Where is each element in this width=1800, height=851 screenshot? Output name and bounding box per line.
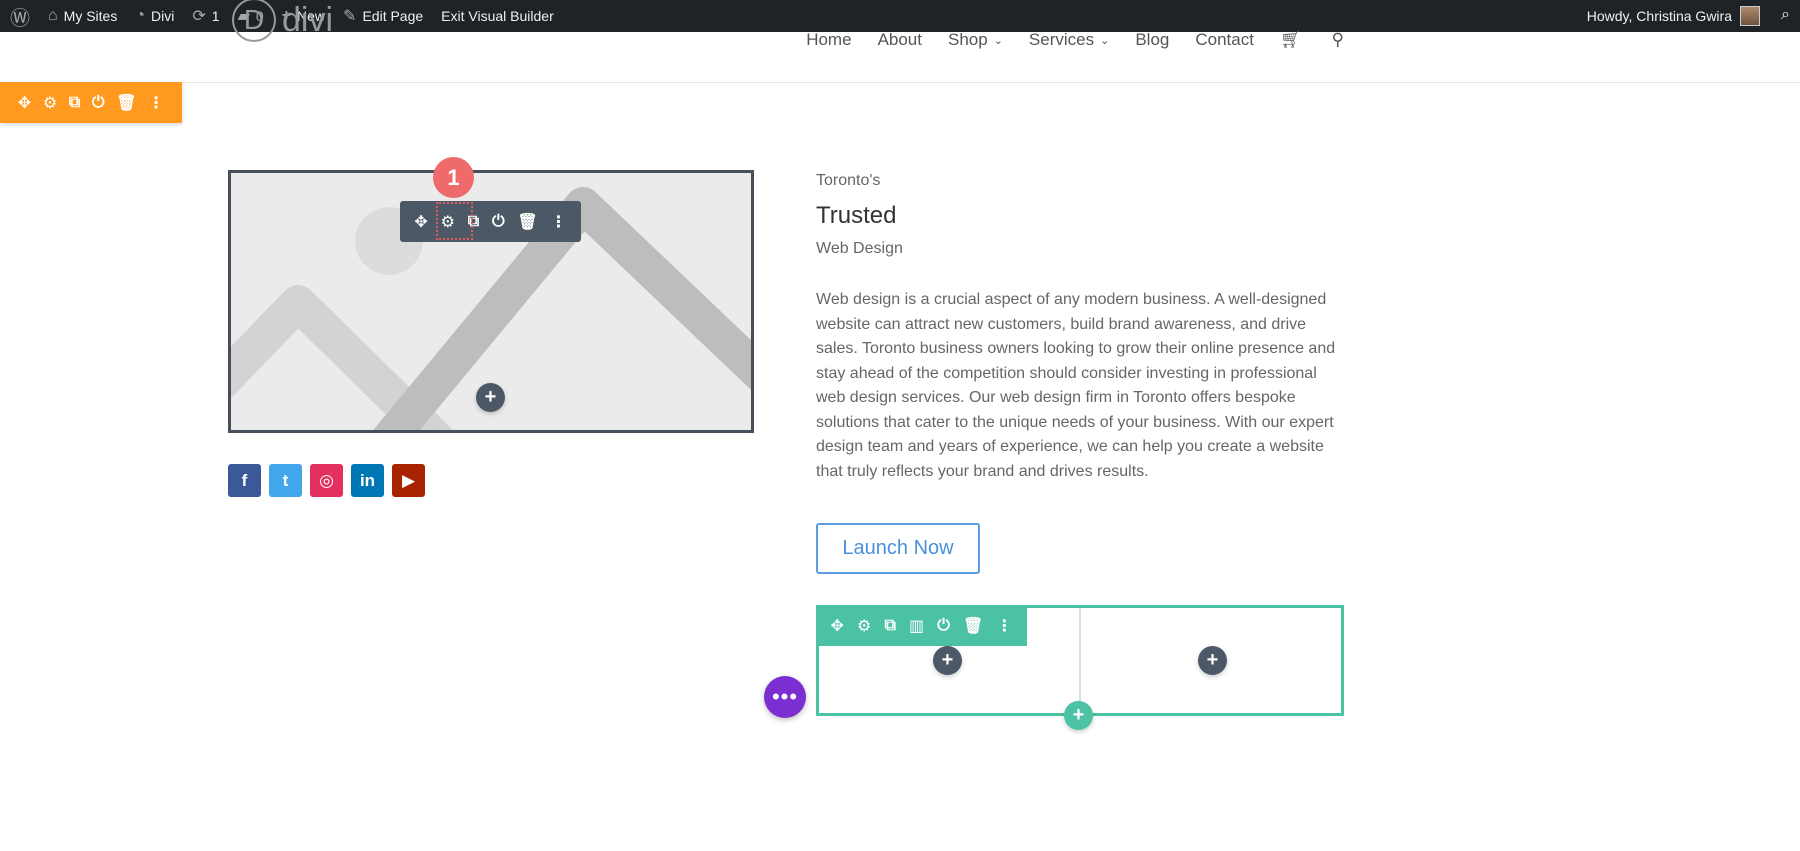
nav-contact[interactable]: Contact (1195, 30, 1254, 50)
nav-label: Contact (1195, 30, 1254, 49)
logo-text: divi (282, 0, 334, 39)
more-icon[interactable]: ⋮ (148, 93, 164, 113)
more-icon[interactable]: ⋮ (551, 212, 567, 232)
header-divider (0, 82, 1800, 83)
edit-page-link[interactable]: ✎ Edit Page (343, 6, 423, 26)
row-toolbar: ✥ ⚙ ⧉ ▥ ⏻ 🗑︎ ⋮ (816, 605, 1027, 646)
avatar (1740, 6, 1760, 26)
kicker-text: Toronto's (816, 172, 881, 189)
nav-blog[interactable]: Blog (1135, 30, 1169, 50)
trash-icon[interactable]: 🗑︎ (116, 93, 136, 113)
howdy-text: Howdy, Christina Gwira (1586, 8, 1732, 24)
duplicate-icon[interactable]: ⧉ (69, 94, 80, 112)
add-module-button[interactable]: + (476, 383, 505, 412)
updates-count: 1 (211, 8, 220, 24)
chevron-down-icon: ⌄ (993, 34, 1003, 47)
site-logo[interactable]: Ddivi (232, 0, 333, 42)
move-icon[interactable]: ✥ (831, 616, 844, 636)
trash-icon[interactable]: 🗑︎ (517, 212, 537, 232)
nav-services[interactable]: Services ⌄ (1029, 30, 1109, 50)
my-sites-icon: ⌂ (48, 7, 58, 24)
nav-home[interactable]: Home (806, 30, 851, 50)
body-text: Web design is a crucial aspect of any mo… (816, 291, 1336, 480)
chevron-down-icon: ⌄ (1100, 34, 1110, 47)
updates-menu[interactable]: ⟳ 1 (192, 6, 219, 26)
wordpress-menu[interactable]: Ⓦ (10, 2, 30, 31)
add-module-button[interactable]: + (933, 646, 962, 675)
twitter-icon[interactable]: t (269, 464, 302, 497)
trash-icon[interactable]: 🗑︎ (963, 616, 983, 636)
pencil-icon: ✎ (343, 8, 357, 25)
search-icon[interactable]: ⚲ (1332, 30, 1344, 50)
my-sites-menu[interactable]: ⌂ My Sites (48, 7, 117, 25)
nav-label: Services (1028, 30, 1095, 49)
logo-mark: D (232, 0, 276, 42)
site-menu[interactable]: ◔ Divi (135, 7, 174, 25)
facebook-icon[interactable]: f (228, 464, 261, 497)
nav-label: About (877, 30, 922, 49)
add-module-button[interactable]: + (1198, 646, 1227, 675)
exit-visual-builder-label: Exit Visual Builder (441, 8, 554, 24)
add-row-button[interactable]: + (1064, 701, 1093, 730)
site-label: Divi (151, 8, 175, 24)
edit-page-label: Edit Page (362, 8, 424, 24)
settings-highlight (436, 202, 473, 240)
power-icon[interactable]: ⏻ (937, 617, 950, 635)
builder-menu-button[interactable]: ••• (764, 676, 806, 718)
exit-visual-builder-link[interactable]: Exit Visual Builder (441, 8, 554, 24)
section-toolbar: ✥ ⚙ ⧉ ⏻ 🗑︎ ⋮ (0, 82, 182, 123)
duplicate-icon[interactable]: ⧉ (884, 617, 895, 635)
wordpress-icon: Ⓦ (10, 7, 30, 30)
dashboard-icon: ◔ (135, 7, 146, 24)
nav-shop[interactable]: Shop ⌄ (948, 30, 1003, 50)
step-badge: 1 (433, 157, 474, 198)
power-icon[interactable]: ⏻ (492, 213, 505, 231)
subheading: Web Design (816, 240, 903, 257)
account-menu[interactable]: Howdy, Christina Gwira (1587, 0, 1760, 32)
updates-icon: ⟳ (192, 8, 206, 25)
cart-icon[interactable]: 🛒︎ (1280, 30, 1302, 50)
columns-icon[interactable]: ▥ (909, 616, 924, 636)
gear-icon[interactable]: ⚙ (43, 93, 57, 113)
move-icon[interactable]: ✥ (414, 212, 427, 232)
instagram-icon[interactable]: ◎ (310, 464, 343, 497)
launch-now-button[interactable]: Launch Now (816, 523, 980, 574)
column-divider (1079, 608, 1081, 713)
nav-about[interactable]: About (878, 30, 922, 50)
nav-label: Shop (948, 30, 988, 49)
module-toolbar: ✥ ⚙ ⧉ ⏻ 🗑︎ ⋮ (400, 201, 581, 242)
main-nav: Home About Shop ⌄ Services ⌄ Blog Contact … (806, 30, 1344, 50)
my-sites-label: My Sites (63, 8, 118, 24)
linkedin-icon[interactable]: in (351, 464, 384, 497)
move-icon[interactable]: ✥ (18, 93, 31, 113)
nav-label: Blog (1135, 30, 1170, 49)
heading: Trusted (816, 202, 897, 229)
more-icon[interactable]: ⋮ (996, 616, 1012, 636)
gear-icon[interactable]: ⚙ (857, 616, 871, 636)
social-follow: f t ◎ in ▶ (228, 464, 425, 497)
text-column: Toronto's Trusted Web Design Web design … (816, 170, 1346, 484)
nav-label: Home (806, 30, 852, 49)
power-icon[interactable]: ⏻ (92, 94, 105, 112)
youtube-icon[interactable]: ▶ (392, 464, 425, 497)
search-icon[interactable]: ⌕ (1781, 6, 1790, 24)
